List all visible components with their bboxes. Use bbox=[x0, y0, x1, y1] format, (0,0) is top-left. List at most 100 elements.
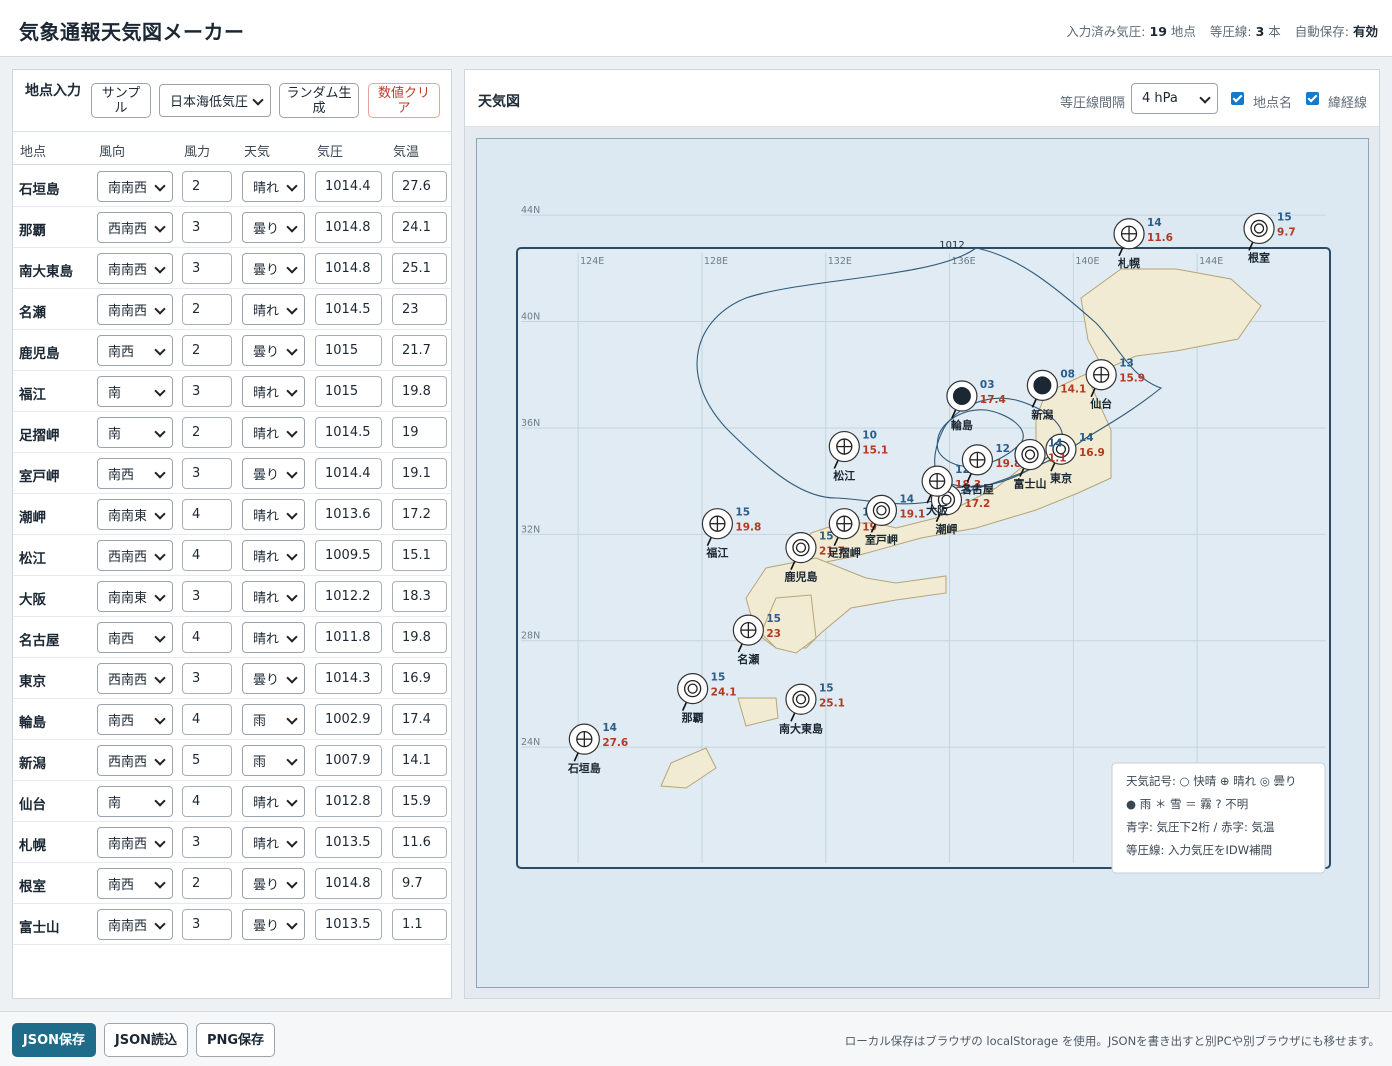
pressure-input[interactable]: 1007.9 bbox=[315, 745, 382, 776]
temperature-input[interactable]: 17.2 bbox=[392, 499, 447, 530]
pressure-input[interactable]: 1014.4 bbox=[315, 171, 382, 202]
temperature-input[interactable]: 16.9 bbox=[392, 663, 447, 694]
temperature-input[interactable]: 24.1 bbox=[392, 212, 447, 243]
pressure-input[interactable]: 1014.8 bbox=[315, 868, 382, 899]
temperature-input[interactable]: 9.7 bbox=[392, 868, 447, 899]
wind-direction-select[interactable]: 南 bbox=[97, 376, 173, 407]
weather-select[interactable]: 雨 bbox=[242, 704, 305, 735]
temperature-input[interactable]: 21.7 bbox=[392, 335, 447, 366]
weather-select[interactable]: 曇り bbox=[242, 335, 305, 366]
pressure-input[interactable]: 1014.3 bbox=[315, 663, 382, 694]
wind-force-input[interactable]: 2 bbox=[182, 417, 232, 448]
wind-force-input[interactable]: 4 bbox=[182, 499, 232, 530]
wind-direction-select[interactable]: 西南西 bbox=[97, 540, 173, 571]
weather-select[interactable]: 晴れ bbox=[242, 417, 305, 448]
wind-force-input[interactable]: 2 bbox=[182, 868, 232, 899]
temperature-input[interactable]: 17.4 bbox=[392, 704, 447, 735]
temperature-input[interactable]: 23 bbox=[392, 294, 447, 325]
weather-select[interactable]: 晴れ bbox=[242, 171, 305, 202]
wind-force-input[interactable]: 3 bbox=[182, 909, 232, 940]
temperature-input[interactable]: 15.9 bbox=[392, 786, 447, 817]
show-station-names-checkbox[interactable] bbox=[1231, 92, 1244, 105]
wind-direction-select[interactable]: 南南西 bbox=[97, 827, 173, 858]
wind-force-input[interactable]: 2 bbox=[182, 171, 232, 202]
isobar-interval-select[interactable]: 4 hPa bbox=[1131, 83, 1218, 114]
temperature-input[interactable]: 14.1 bbox=[392, 745, 447, 776]
weather-select[interactable]: 晴れ bbox=[242, 581, 305, 612]
wind-force-input[interactable]: 3 bbox=[182, 212, 232, 243]
temperature-input[interactable]: 15.1 bbox=[392, 540, 447, 571]
temperature-input[interactable]: 19.8 bbox=[392, 622, 447, 653]
wind-force-input[interactable]: 3 bbox=[182, 581, 232, 612]
weather-select[interactable]: 曇り bbox=[242, 663, 305, 694]
pressure-input[interactable]: 1013.5 bbox=[315, 827, 382, 858]
pressure-input[interactable]: 1015 bbox=[315, 376, 382, 407]
wind-direction-select[interactable]: 西南西 bbox=[97, 663, 173, 694]
temperature-input[interactable]: 25.1 bbox=[392, 253, 447, 284]
temperature-input[interactable]: 19.1 bbox=[392, 458, 447, 489]
temperature-input[interactable]: 19.8 bbox=[392, 376, 447, 407]
wind-direction-select[interactable]: 南南西 bbox=[97, 171, 173, 202]
preset-select[interactable]: 日本海低気圧 bbox=[159, 84, 271, 117]
weather-select[interactable]: 曇り bbox=[242, 909, 305, 940]
pressure-input[interactable]: 1014.8 bbox=[315, 212, 382, 243]
temperature-input[interactable]: 19 bbox=[392, 417, 447, 448]
weather-select[interactable]: 晴れ bbox=[242, 622, 305, 653]
wind-force-input[interactable]: 3 bbox=[182, 253, 232, 284]
wind-direction-select[interactable]: 西南西 bbox=[97, 745, 173, 776]
wind-force-input[interactable]: 4 bbox=[182, 786, 232, 817]
wind-direction-select[interactable]: 南南西 bbox=[97, 294, 173, 325]
wind-force-input[interactable]: 2 bbox=[182, 335, 232, 366]
save-json-button[interactable]: JSON保存 bbox=[12, 1023, 96, 1057]
weather-select[interactable]: 晴れ bbox=[242, 376, 305, 407]
weather-select[interactable]: 晴れ bbox=[242, 294, 305, 325]
weather-select[interactable]: 晴れ bbox=[242, 786, 305, 817]
clear-values-button[interactable]: 数値クリア bbox=[368, 83, 440, 118]
weather-select[interactable]: 曇り bbox=[242, 868, 305, 899]
wind-direction-select[interactable]: 南 bbox=[97, 417, 173, 448]
pressure-input[interactable]: 1014.8 bbox=[315, 253, 382, 284]
wind-force-input[interactable]: 3 bbox=[182, 458, 232, 489]
weather-select[interactable]: 曇り bbox=[242, 458, 305, 489]
temperature-input[interactable]: 18.3 bbox=[392, 581, 447, 612]
pressure-input[interactable]: 1014.5 bbox=[315, 417, 382, 448]
wind-force-input[interactable]: 3 bbox=[182, 827, 232, 858]
pressure-input[interactable]: 1012.8 bbox=[315, 786, 382, 817]
pressure-input[interactable]: 1015 bbox=[315, 335, 382, 366]
wind-direction-select[interactable]: 南西 bbox=[97, 458, 173, 489]
weather-select[interactable]: 曇り bbox=[242, 212, 305, 243]
wind-force-input[interactable]: 3 bbox=[182, 376, 232, 407]
wind-direction-select[interactable]: 南西 bbox=[97, 704, 173, 735]
wind-direction-select[interactable]: 南 bbox=[97, 786, 173, 817]
wind-direction-select[interactable]: 南南東 bbox=[97, 499, 173, 530]
temperature-input[interactable]: 27.6 bbox=[392, 171, 447, 202]
weather-map[interactable]: 124E 128E 132E 136E 140E 144E 44N 40N 36N 32N 28N 2… bbox=[476, 138, 1369, 988]
wind-force-input[interactable]: 4 bbox=[182, 622, 232, 653]
weather-map-svg[interactable]: 124E 128E 132E 136E 140E 144E 44N 40N 36N 32N 28N 2… bbox=[476, 138, 1369, 988]
wind-direction-select[interactable]: 南西 bbox=[97, 335, 173, 366]
wind-direction-select[interactable]: 南西 bbox=[97, 868, 173, 899]
pressure-input[interactable]: 1009.5 bbox=[315, 540, 382, 571]
wind-force-input[interactable]: 3 bbox=[182, 663, 232, 694]
wind-force-input[interactable]: 5 bbox=[182, 745, 232, 776]
wind-force-input[interactable]: 2 bbox=[182, 294, 232, 325]
wind-force-input[interactable]: 4 bbox=[182, 540, 232, 571]
weather-select[interactable]: 曇り bbox=[242, 253, 305, 284]
weather-select[interactable]: 晴れ bbox=[242, 827, 305, 858]
random-generate-button[interactable]: ランダム生成 bbox=[279, 83, 359, 118]
show-grid-checkbox[interactable] bbox=[1306, 92, 1319, 105]
sample-button[interactable]: サンプル bbox=[91, 83, 151, 118]
wind-force-input[interactable]: 4 bbox=[182, 704, 232, 735]
temperature-input[interactable]: 11.6 bbox=[392, 827, 447, 858]
load-json-button[interactable]: JSON読込 bbox=[104, 1023, 188, 1057]
pressure-input[interactable]: 1011.8 bbox=[315, 622, 382, 653]
pressure-input[interactable]: 1012.2 bbox=[315, 581, 382, 612]
wind-direction-select[interactable]: 南南東 bbox=[97, 581, 173, 612]
save-png-button[interactable]: PNG保存 bbox=[196, 1023, 275, 1057]
pressure-input[interactable]: 1002.9 bbox=[315, 704, 382, 735]
pressure-input[interactable]: 1013.5 bbox=[315, 909, 382, 940]
weather-select[interactable]: 晴れ bbox=[242, 540, 305, 571]
pressure-input[interactable]: 1014.4 bbox=[315, 458, 382, 489]
temperature-input[interactable]: 1.1 bbox=[392, 909, 447, 940]
pressure-input[interactable]: 1014.5 bbox=[315, 294, 382, 325]
